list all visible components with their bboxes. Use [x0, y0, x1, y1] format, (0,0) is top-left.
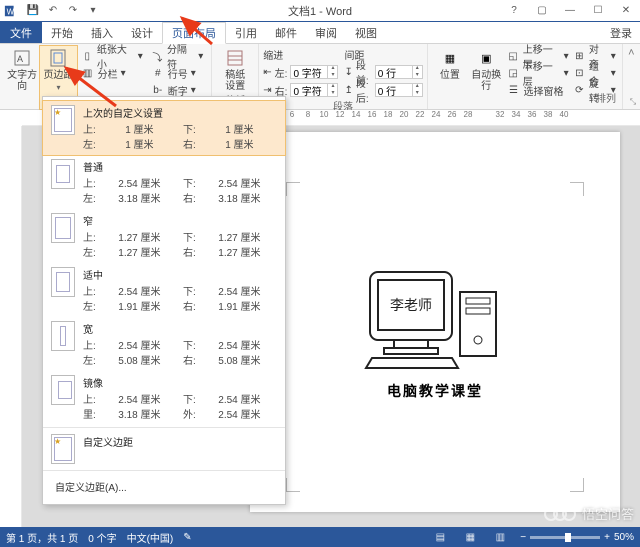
word-app-icon: W [0, 0, 22, 22]
ribbon-display-icon[interactable]: ▢ [528, 1, 556, 21]
position-icon: ▦ [440, 48, 460, 68]
document-illustration: 李老师 电脑教学课堂 [360, 262, 510, 401]
status-page[interactable]: 第 1 页，共 1 页 [6, 530, 78, 545]
breaks-icon: ⤵ [151, 49, 164, 63]
watermark-logo: 悟空问答 [549, 504, 634, 523]
redo-icon[interactable]: ↷ [64, 2, 82, 20]
help-icon[interactable]: ? [500, 1, 528, 21]
margin-option-wide[interactable]: 宽 上:2.54 厘米下:2.54 厘米 左:5.08 厘米右:5.08 厘米 [43, 317, 285, 371]
annotation-arrow [176, 14, 216, 48]
view-read-icon[interactable]: ▤ [430, 529, 450, 545]
view-print-icon[interactable]: ▦ [460, 529, 480, 545]
tab-insert[interactable]: 插入 [82, 22, 122, 43]
tab-file[interactable]: 文件 [0, 22, 42, 43]
margin-thumb-icon: ★ [51, 434, 75, 464]
paper-size-icon: ▯ [81, 49, 94, 63]
zoom-in-icon[interactable]: + [604, 532, 610, 543]
manuscript-paper-button[interactable]: 稿纸 设置 [216, 46, 254, 92]
group-label-arrange: 排列 [596, 90, 616, 107]
crop-mark [570, 478, 584, 492]
margin-thumb-icon [51, 267, 75, 297]
margin-thumb-icon [51, 159, 75, 189]
svg-text:W: W [7, 7, 15, 16]
space-before-spinner[interactable]: ▴▾ [375, 65, 423, 79]
crop-mark [286, 182, 300, 196]
svg-text:李老师: 李老师 [390, 297, 432, 313]
manuscript-paper-icon [225, 48, 245, 68]
space-after-icon: ↥ [344, 85, 352, 96]
margin-option-moderate[interactable]: 适中 上:2.54 厘米下:2.54 厘米 左:1.91 厘米右:1.91 厘米 [43, 263, 285, 317]
zoom-slider[interactable]: − + 50% [520, 532, 634, 543]
margin-thumb-icon [51, 375, 75, 405]
document-page[interactable]: 李老师 电脑教学课堂 [250, 132, 620, 512]
tab-references[interactable]: 引用 [226, 22, 266, 43]
maximize-icon[interactable]: ☐ [584, 1, 612, 21]
illustration-caption: 电脑教学课堂 [360, 381, 510, 401]
annotation-arrow [60, 64, 120, 110]
view-web-icon[interactable]: ▥ [490, 529, 510, 545]
wrap-text-icon: ▣ [476, 48, 496, 68]
send-backward-button[interactable]: ◲下移一层 ▾ [506, 65, 568, 81]
status-language[interactable]: 中文(中国) [127, 530, 174, 545]
indent-left-spinner[interactable]: ▴▾ [290, 65, 338, 79]
indent-right-spinner[interactable]: ▴▾ [290, 83, 338, 97]
indent-right-icon: ⇥ [263, 85, 271, 96]
breaks-button[interactable]: ⤵分隔符 ▾ [151, 48, 204, 64]
zoom-out-icon[interactable]: − [520, 532, 526, 543]
save-icon[interactable]: 💾 [24, 2, 42, 20]
tab-mailings[interactable]: 邮件 [266, 22, 306, 43]
paper-size-button[interactable]: ▯纸张大小 ▾ [81, 48, 143, 64]
login-link[interactable]: 登录 [602, 22, 640, 43]
text-direction-icon: A [12, 48, 32, 68]
hyphenation-icon: b- [151, 83, 165, 97]
line-numbers-icon: # [151, 66, 165, 80]
bring-forward-icon: ◱ [506, 49, 519, 63]
tab-review[interactable]: 审阅 [306, 22, 346, 43]
page-setup-dialog-launcher[interactable]: ⤡ [627, 96, 639, 108]
tab-home[interactable]: 开始 [42, 22, 82, 43]
crop-mark [286, 478, 300, 492]
selection-pane-button[interactable]: ☰选择窗格 [506, 82, 568, 98]
close-icon[interactable]: ✕ [612, 1, 640, 21]
margins-dropdown: ★ 上次的自定义设置 上:1 厘米下:1 厘米 左:1 厘米右:1 厘米 普通 … [42, 96, 286, 505]
margin-option-normal[interactable]: 普通 上:2.54 厘米下:2.54 厘米 左:3.18 厘米右:3.18 厘米 [43, 155, 285, 209]
space-before-icon: ↧ [344, 67, 352, 78]
separator [43, 427, 285, 428]
margin-option-custom-heading[interactable]: ★ 自定义边距 [43, 430, 285, 468]
minimize-icon[interactable]: — [556, 1, 584, 21]
vertical-ruler[interactable] [0, 126, 22, 527]
custom-margins-action[interactable]: 自定义边距(A)... [43, 473, 285, 500]
quick-access-toolbar: 💾 ↶ ↷ ▾ [24, 2, 102, 20]
position-button[interactable]: ▦位置 [432, 46, 468, 109]
status-word-count[interactable]: 0 个字 [88, 530, 116, 545]
margin-option-mirror[interactable]: 镜像 上:2.54 厘米下:2.54 厘米 里:3.18 厘米外:2.54 厘米 [43, 371, 285, 425]
text-direction-button[interactable]: A 文字方向 [4, 46, 40, 109]
indent-header: 缩进 [263, 46, 338, 62]
space-after-spinner[interactable]: ▴▾ [375, 83, 423, 97]
margin-option-narrow[interactable]: 窄 上:1.27 厘米下:1.27 厘米 左:1.27 厘米右:1.27 厘米 [43, 209, 285, 263]
window-controls: ? ▢ — ☐ ✕ [500, 1, 640, 21]
line-numbers-button[interactable]: #行号 ▾ [151, 65, 204, 81]
tab-view[interactable]: 视图 [346, 22, 386, 43]
group-icon: ⊡ [573, 66, 586, 80]
margin-thumb-icon [51, 321, 75, 351]
tab-design[interactable]: 设计 [122, 22, 162, 43]
window-title: 文档1 - Word [288, 3, 352, 19]
align-icon: ⊞ [573, 49, 586, 63]
status-track-icon[interactable]: ✎ [183, 532, 191, 543]
status-bar: 第 1 页，共 1 页 0 个字 中文(中国) ✎ ▤ ▦ ▥ − + 50% [0, 527, 640, 547]
zoom-level[interactable]: 50% [614, 532, 634, 543]
selection-pane-icon: ☰ [506, 83, 520, 97]
wrap-text-button[interactable]: ▣自动换行 [468, 46, 504, 109]
rotate-icon: ⟳ [573, 83, 586, 97]
separator [43, 470, 285, 471]
crop-mark [570, 182, 584, 196]
margin-thumb-icon [51, 213, 75, 243]
qat-more-icon[interactable]: ▾ [84, 2, 102, 20]
title-bar: W 💾 ↶ ↷ ▾ 文档1 - Word ? ▢ — ☐ ✕ [0, 0, 640, 22]
undo-icon[interactable]: ↶ [44, 2, 62, 20]
svg-text:A: A [17, 54, 23, 64]
send-backward-icon: ◲ [506, 66, 519, 80]
indent-left-icon: ⇤ [263, 67, 271, 78]
